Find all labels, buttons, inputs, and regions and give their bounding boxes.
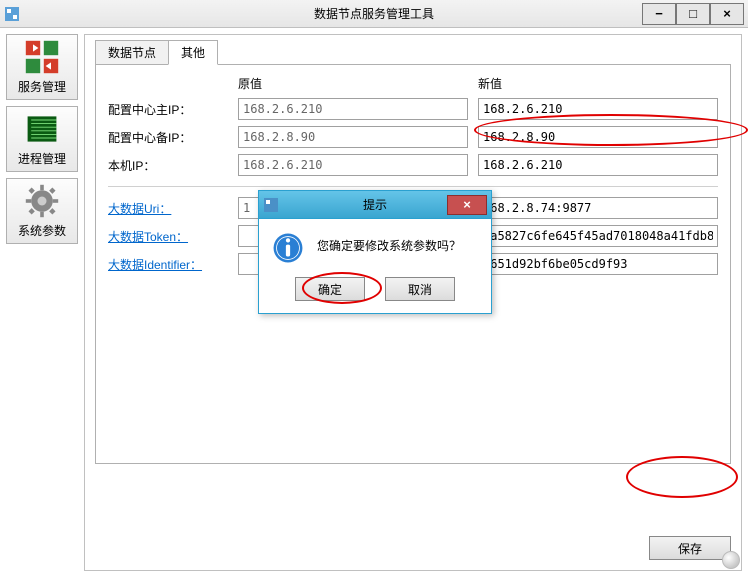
window-titlebar: 数据节点服务管理工具 − □ × [0, 0, 748, 28]
column-old-header: 原值 [238, 75, 468, 92]
backup-ip-old-input[interactable] [238, 126, 468, 148]
row-label-token[interactable]: 大数据Token： [108, 228, 228, 245]
row-label-backup-ip: 配置中心备IP： [108, 129, 228, 146]
backup-ip-new-input[interactable] [478, 126, 718, 148]
identifier-new-input[interactable] [478, 253, 718, 275]
info-icon [271, 231, 305, 265]
dialog-cancel-button[interactable]: 取消 [385, 277, 455, 301]
sidebar-item-process-manage[interactable]: 进程管理 [6, 106, 78, 172]
sidebar: 服务管理 进程管理 [0, 28, 84, 577]
tab-strip: 数据节点 其他 [95, 43, 731, 65]
dialog-titlebar: 提示 × [259, 191, 491, 219]
tab-data-nodes[interactable]: 数据节点 [95, 40, 169, 65]
gear-icon [23, 183, 61, 219]
window-title: 数据节点服务管理工具 [314, 5, 434, 22]
sidebar-item-label: 系统参数 [18, 222, 66, 239]
window-maximize-button[interactable]: □ [676, 3, 710, 25]
row-label-main-ip: 配置中心主IP： [108, 101, 228, 118]
confirm-dialog: 提示 × 您确定要修改系统参数吗？ 确定 取消 [258, 190, 492, 314]
dialog-ok-button[interactable]: 确定 [295, 277, 365, 301]
main-ip-new-input[interactable] [478, 98, 718, 120]
chip-icon [23, 111, 61, 147]
app-icon [4, 6, 20, 22]
status-indicator-icon [722, 551, 740, 569]
uri-new-input[interactable] [478, 197, 718, 219]
main-ip-old-input[interactable] [238, 98, 468, 120]
sidebar-item-label: 服务管理 [18, 78, 66, 95]
row-label-local-ip: 本机IP： [108, 157, 228, 174]
recycle-icon [23, 39, 61, 75]
token-new-input[interactable] [478, 225, 718, 247]
row-label-identifier[interactable]: 大数据Identifier： [108, 256, 228, 273]
row-label-uri[interactable]: 大数据Uri： [108, 200, 228, 217]
sidebar-item-system-params[interactable]: 系统参数 [6, 178, 78, 244]
dialog-message: 您确定要修改系统参数吗？ [317, 231, 461, 254]
tab-other[interactable]: 其他 [168, 40, 218, 65]
local-ip-old-input[interactable] [238, 154, 468, 176]
dialog-title: 提示 [363, 196, 387, 213]
local-ip-new-input[interactable] [478, 154, 718, 176]
dialog-app-icon [263, 197, 279, 213]
sidebar-item-service-manage[interactable]: 服务管理 [6, 34, 78, 100]
save-button[interactable]: 保存 [649, 536, 731, 560]
column-new-header: 新值 [478, 75, 718, 92]
sidebar-item-label: 进程管理 [18, 150, 66, 167]
window-close-button[interactable]: × [710, 3, 744, 25]
dialog-close-button[interactable]: × [447, 195, 487, 215]
window-minimize-button[interactable]: − [642, 3, 676, 25]
